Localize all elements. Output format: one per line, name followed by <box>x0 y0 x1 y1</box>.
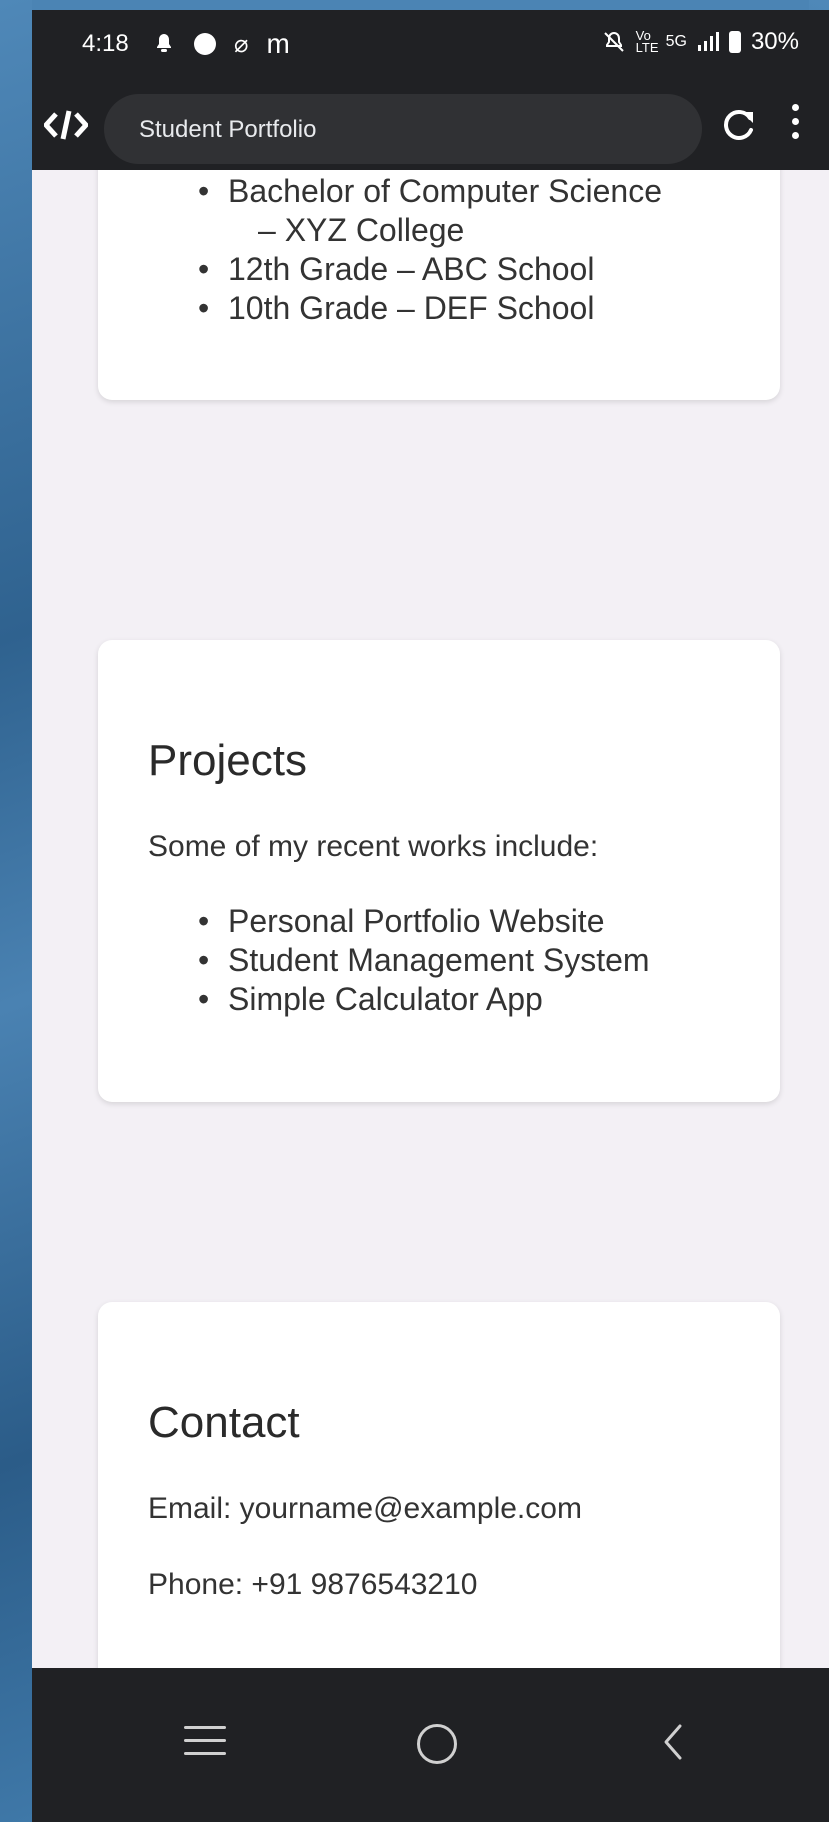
recents-icon[interactable] <box>184 1726 226 1760</box>
status-time: 4:18 <box>82 30 129 57</box>
reload-icon[interactable] <box>720 106 758 144</box>
list-item: Bachelor of Computer Science – XYZ Colle… <box>198 172 662 250</box>
projects-heading: Projects <box>148 736 307 785</box>
battery-icon <box>728 31 741 53</box>
list-item: Student Management System <box>198 941 650 980</box>
5g-icon: 5G <box>665 33 687 50</box>
projects-card: Projects Some of my recent works include… <box>98 640 780 1102</box>
contact-card: Contact Email: yourname@example.com Phon… <box>98 1302 780 1668</box>
background-left <box>0 0 32 1822</box>
browser-toolbar: Student Portfolio <box>32 80 829 170</box>
status-left-icons: ⌀ m <box>152 28 290 60</box>
list-item: 10th Grade – DEF School <box>198 289 662 328</box>
status-right-icons: Vo LTE 5G 30% <box>602 28 799 56</box>
signal-icon <box>697 32 719 51</box>
notification-icon <box>157 34 171 52</box>
education-item-text: Bachelor of Computer Science <box>228 173 662 209</box>
contact-phone: Phone: +91 9876543210 <box>148 1568 478 1601</box>
list-item: Personal Portfolio Website <box>198 902 650 941</box>
contact-email: Email: yourname@example.com <box>148 1492 582 1525</box>
list-item: 12th Grade – ABC School <box>198 250 662 289</box>
code-icon[interactable] <box>44 108 88 142</box>
more-vert-icon[interactable] <box>790 104 802 148</box>
education-card: Bachelor of Computer Science – XYZ Colle… <box>98 170 780 400</box>
page-title: Student Portfolio <box>139 116 317 143</box>
home-icon[interactable] <box>417 1724 457 1764</box>
volte-icon: Vo LTE <box>635 28 659 55</box>
contact-heading: Contact <box>148 1398 300 1447</box>
flash-icon: ⌀ <box>234 30 249 58</box>
phone-screen: 4:18 ⌀ m Vo LTE 5G 30% Student Portfolio… <box>32 10 829 1822</box>
projects-list: Personal Portfolio Website Student Manag… <box>198 902 650 1019</box>
back-icon[interactable] <box>652 1720 696 1764</box>
education-item-continuation: – XYZ College <box>258 212 465 248</box>
mute-icon <box>603 31 624 52</box>
projects-intro: Some of my recent works include: <box>148 830 599 863</box>
background-top <box>0 0 829 10</box>
m-app-icon: m <box>266 28 290 59</box>
battery-percent: 30% <box>750 28 799 55</box>
education-list: Bachelor of Computer Science – XYZ Colle… <box>198 172 662 328</box>
list-item: Simple Calculator App <box>198 980 650 1019</box>
page-content[interactable]: Bachelor of Computer Science – XYZ Colle… <box>32 170 829 1668</box>
compass-icon <box>194 33 216 55</box>
url-bar[interactable]: Student Portfolio <box>104 94 702 164</box>
navigation-bar <box>32 1668 829 1822</box>
status-bar: 4:18 ⌀ m Vo LTE 5G 30% <box>32 10 829 80</box>
